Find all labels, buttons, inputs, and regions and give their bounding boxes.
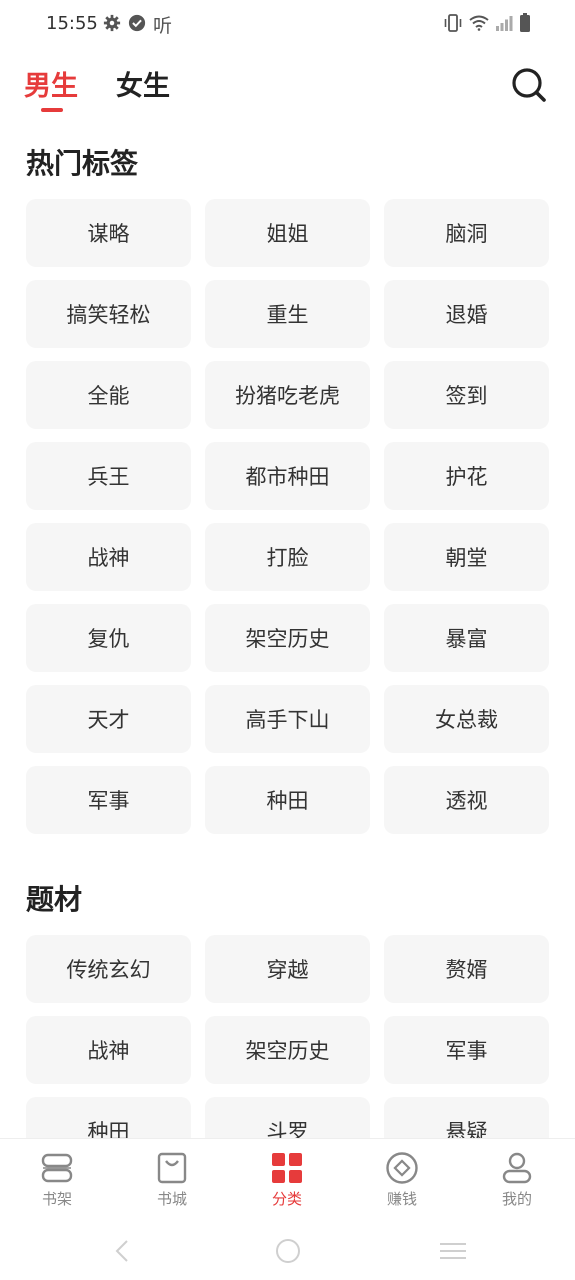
listen-indicator: 听 [153, 15, 173, 37]
theme-chip[interactable]: 传统玄幻 [26, 935, 191, 1003]
tag-chip[interactable]: 复仇 [26, 604, 191, 672]
tag-chip[interactable]: 军事 [26, 766, 191, 834]
tag-chip[interactable]: 战神 [26, 523, 191, 591]
system-nav-bar [0, 1232, 575, 1272]
tag-chip[interactable]: 脑洞 [384, 199, 549, 267]
tag-chip[interactable]: 女总裁 [384, 685, 549, 753]
themes-grid: 传统玄幻 穿越 赘婿 战神 架空历史 军事 种田 斗罗 悬疑 [26, 935, 550, 1165]
nav-category[interactable]: 分类 [242, 1151, 332, 1213]
tag-chip[interactable]: 全能 [26, 361, 191, 429]
theme-chip[interactable]: 战神 [26, 1016, 191, 1084]
check-circle-icon [128, 14, 146, 32]
tag-chip[interactable]: 护花 [384, 442, 549, 510]
tag-chip[interactable]: 透视 [384, 766, 549, 834]
nav-label-bookshelf: 书架 [41, 1190, 72, 1208]
back-icon[interactable] [108, 1236, 138, 1266]
battery-icon [520, 13, 530, 32]
status-bar: 15:55 听 [0, 0, 575, 48]
gear-icon [103, 14, 121, 32]
nav-profile[interactable]: 我的 [472, 1151, 562, 1213]
nav-label-profile: 我的 [501, 1190, 532, 1208]
nav-bookstore[interactable]: 书城 [127, 1151, 217, 1213]
status-right-icons [443, 13, 531, 33]
tag-chip[interactable]: 朝堂 [384, 523, 549, 591]
hot-tags-grid: 谋略 姐姐 脑洞 搞笑轻松 重生 退婚 全能 扮猪吃老虎 签到 兵王 都市种田 … [26, 199, 550, 834]
shopping-bag-icon [157, 1152, 187, 1184]
category-page: 15:55 听 男生 女生 热门标签 谋略 姐姐 脑洞 搞笑轻松 重生 退婚 全… [0, 0, 575, 1280]
bookshelf-icon [41, 1153, 73, 1183]
theme-chip[interactable]: 军事 [384, 1016, 549, 1084]
category-grid-icon [272, 1153, 302, 1183]
tag-chip[interactable]: 打脸 [205, 523, 370, 591]
tab-female[interactable]: 女生 [116, 64, 170, 103]
tag-chip[interactable]: 重生 [205, 280, 370, 348]
tag-chip[interactable]: 搞笑轻松 [26, 280, 191, 348]
wifi-icon [469, 15, 489, 31]
search-icon[interactable] [510, 66, 548, 104]
nav-label-earn: 赚钱 [386, 1190, 417, 1208]
profile-icon [502, 1152, 532, 1184]
theme-chip[interactable]: 架空历史 [205, 1016, 370, 1084]
tag-chip[interactable]: 高手下山 [205, 685, 370, 753]
themes-title: 题材 [26, 883, 83, 916]
theme-chip[interactable]: 赘婿 [384, 935, 549, 1003]
tag-chip[interactable]: 姐姐 [205, 199, 370, 267]
tab-male[interactable]: 男生 [24, 64, 78, 103]
nav-label-category: 分类 [271, 1190, 302, 1208]
home-icon[interactable] [273, 1236, 303, 1266]
status-time: 15:55 [46, 13, 98, 34]
hot-tags-title: 热门标签 [26, 147, 139, 180]
tag-chip[interactable]: 架空历史 [205, 604, 370, 672]
nav-label-bookstore: 书城 [156, 1190, 187, 1208]
tag-chip[interactable]: 都市种田 [205, 442, 370, 510]
tag-chip[interactable]: 签到 [384, 361, 549, 429]
tag-chip[interactable]: 谋略 [26, 199, 191, 267]
nav-bookshelf[interactable]: 书架 [12, 1151, 102, 1213]
coin-icon [386, 1152, 418, 1184]
signal-icon [496, 16, 513, 31]
active-tab-indicator [41, 108, 63, 112]
tag-chip[interactable]: 天才 [26, 685, 191, 753]
tag-chip[interactable]: 种田 [205, 766, 370, 834]
vibrate-icon [444, 14, 462, 32]
nav-earn[interactable]: 赚钱 [357, 1151, 447, 1213]
tag-chip[interactable]: 兵王 [26, 442, 191, 510]
tag-chip[interactable]: 暴富 [384, 604, 549, 672]
menu-icon[interactable] [438, 1236, 468, 1266]
tag-chip[interactable]: 扮猪吃老虎 [205, 361, 370, 429]
theme-chip[interactable]: 穿越 [205, 935, 370, 1003]
tag-chip[interactable]: 退婚 [384, 280, 549, 348]
